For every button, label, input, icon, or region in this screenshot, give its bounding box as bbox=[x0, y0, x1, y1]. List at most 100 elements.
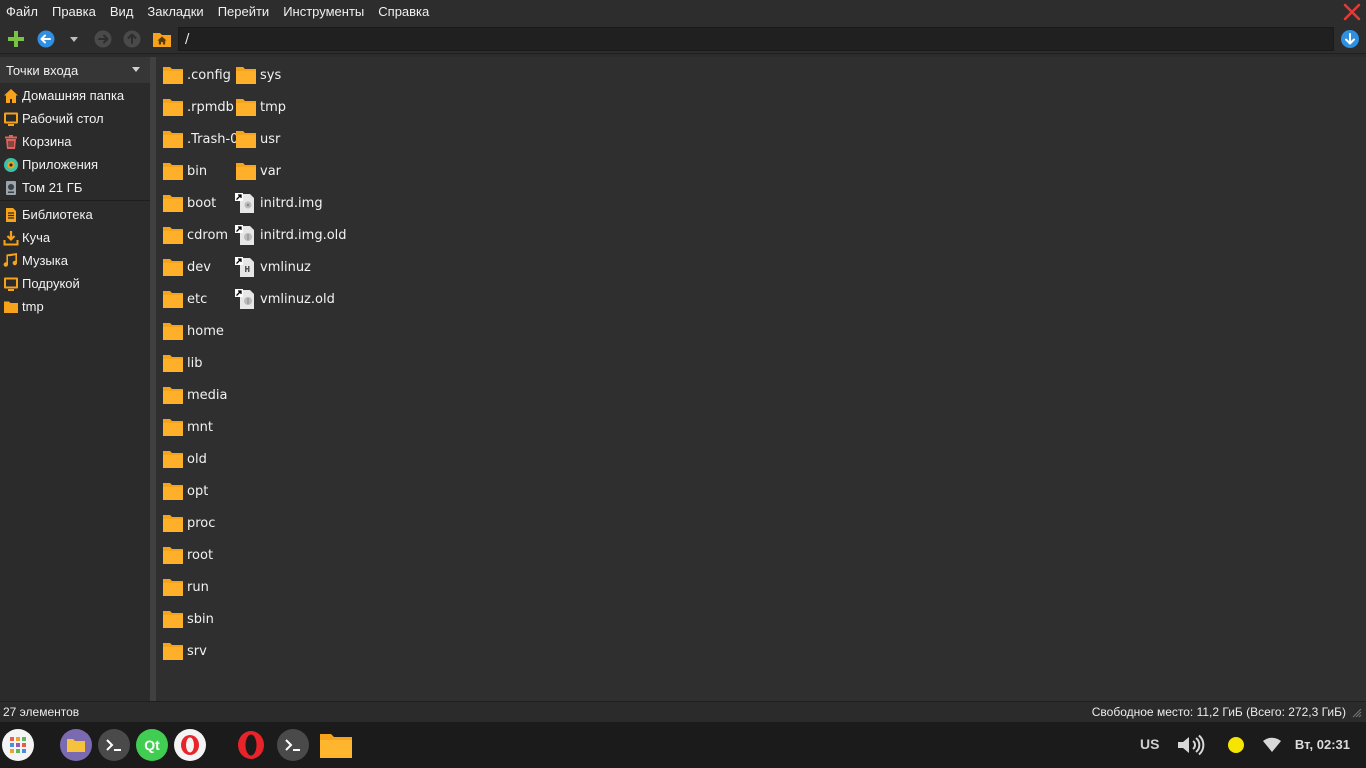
sidebar-item-label: Библиотека bbox=[22, 207, 93, 222]
file-item[interactable]: initrd.img.old bbox=[235, 223, 347, 247]
sidebar-item-handy[interactable]: Подрукой bbox=[0, 272, 150, 295]
go-button[interactable] bbox=[1340, 29, 1360, 49]
resize-grip-icon[interactable] bbox=[1352, 708, 1362, 718]
file-item[interactable]: var bbox=[235, 159, 281, 183]
sidebar-item-trash[interactable]: Корзина bbox=[0, 130, 150, 153]
folder-icon bbox=[163, 291, 183, 308]
qt-icon: Qt bbox=[144, 737, 160, 753]
clock[interactable]: Вт, 02:31 bbox=[1295, 737, 1350, 752]
menu-go[interactable]: Перейти bbox=[211, 0, 277, 24]
file-item[interactable]: proc bbox=[162, 511, 215, 535]
file-name: sys bbox=[260, 67, 282, 83]
taskbar-qt-creator[interactable]: Qt bbox=[136, 729, 168, 761]
new-tab-button[interactable] bbox=[6, 29, 26, 49]
taskbar-file-manager[interactable] bbox=[60, 729, 92, 761]
file-item[interactable]: etc bbox=[162, 287, 207, 311]
file-item[interactable]: old bbox=[162, 447, 207, 471]
file-item[interactable]: .Trash-0 bbox=[162, 127, 238, 151]
folder-icon bbox=[236, 67, 256, 84]
file-item[interactable]: srv bbox=[162, 639, 207, 663]
file-item[interactable]: dev bbox=[162, 255, 211, 279]
folder-icon bbox=[67, 739, 85, 752]
sidebar-item-library[interactable]: Библиотека bbox=[0, 203, 150, 226]
menu-file[interactable]: Файл bbox=[0, 0, 45, 24]
sidebar-item-label: Корзина bbox=[22, 134, 72, 149]
taskbar-opera[interactable] bbox=[174, 729, 206, 761]
taskbar-terminal-2[interactable] bbox=[277, 729, 309, 761]
home-folder-icon bbox=[153, 33, 171, 47]
file-name: boot bbox=[187, 195, 217, 211]
menu-bookmarks[interactable]: Закладки bbox=[140, 0, 210, 24]
file-name: dev bbox=[187, 259, 211, 275]
taskbar-opera-2[interactable] bbox=[235, 729, 267, 761]
sidebar-item-home[interactable]: Домашняя папка bbox=[0, 84, 150, 107]
history-dropdown-button[interactable] bbox=[64, 29, 84, 49]
app-menu-button[interactable] bbox=[2, 729, 34, 761]
menu-view[interactable]: Вид bbox=[103, 0, 141, 24]
file-name: srv bbox=[187, 643, 207, 659]
forward-button[interactable] bbox=[93, 29, 113, 49]
opera-icon bbox=[238, 731, 264, 759]
chevron-down-icon bbox=[70, 37, 78, 42]
status-indicator-icon[interactable] bbox=[1227, 736, 1245, 754]
file-item[interactable]: tmp bbox=[235, 95, 286, 119]
file-name: .Trash-0 bbox=[187, 131, 239, 147]
path-input[interactable] bbox=[178, 27, 1334, 51]
folder-icon bbox=[163, 67, 183, 84]
sidebar-item-applications[interactable]: Приложения bbox=[0, 153, 150, 176]
sidebar-mode-selector[interactable]: Точки входа bbox=[0, 57, 150, 83]
sidebar-item-desktop[interactable]: Рабочий стол bbox=[0, 107, 150, 130]
sidebar-item-music[interactable]: Музыка bbox=[0, 249, 150, 272]
file-item[interactable]: sbin bbox=[162, 607, 214, 631]
file-name: root bbox=[187, 547, 214, 563]
file-item[interactable]: sys bbox=[235, 63, 281, 87]
file-item[interactable]: vmlinuz.old bbox=[235, 287, 335, 311]
back-button[interactable] bbox=[36, 29, 56, 49]
file-item[interactable]: bin bbox=[162, 159, 207, 183]
menu-edit[interactable]: Правка bbox=[45, 0, 103, 24]
taskbar: Qt US Вт, 02:31 bbox=[0, 722, 1366, 768]
menu-tools[interactable]: Инструменты bbox=[276, 0, 371, 24]
keyboard-layout-indicator[interactable]: US bbox=[1140, 736, 1159, 752]
file-item[interactable]: .config bbox=[162, 63, 231, 87]
file-item[interactable]: opt bbox=[162, 479, 208, 503]
home-button[interactable] bbox=[152, 29, 172, 49]
file-item[interactable]: boot bbox=[162, 191, 216, 215]
close-window-button[interactable] bbox=[1342, 2, 1362, 22]
download-icon bbox=[3, 230, 19, 245]
sidebar-item-label: Куча bbox=[22, 230, 51, 245]
file-item[interactable]: .rpmdb bbox=[162, 95, 234, 119]
opera-icon bbox=[181, 735, 199, 755]
file-item[interactable]: mnt bbox=[162, 415, 213, 439]
folder-icon bbox=[236, 163, 256, 180]
folder-icon bbox=[163, 99, 183, 116]
sidebar-item-label: tmp bbox=[22, 299, 44, 314]
document-icon bbox=[6, 207, 16, 222]
taskbar-folder[interactable] bbox=[318, 729, 354, 761]
folder-icon bbox=[163, 131, 183, 148]
file-item[interactable]: media bbox=[162, 383, 228, 407]
file-item[interactable]: vmlinuz bbox=[235, 255, 311, 279]
sidebar-item-volume[interactable]: Том 21 ГБ bbox=[0, 176, 150, 199]
up-arrow-icon bbox=[123, 30, 141, 48]
folder-icon bbox=[163, 355, 183, 372]
sidebar-item-tmp[interactable]: tmp bbox=[0, 295, 150, 318]
taskbar-terminal[interactable] bbox=[98, 729, 130, 761]
menu-help[interactable]: Справка bbox=[371, 0, 436, 24]
volume-icon[interactable] bbox=[1176, 734, 1208, 756]
file-name: vmlinuz bbox=[260, 259, 311, 275]
file-item[interactable]: cdrom bbox=[162, 223, 228, 247]
file-item[interactable]: home bbox=[162, 319, 224, 343]
file-item[interactable]: usr bbox=[235, 127, 280, 151]
folder-icon bbox=[163, 419, 183, 436]
file-item[interactable]: root bbox=[162, 543, 213, 567]
sidebar-item-heap[interactable]: Куча bbox=[0, 226, 150, 249]
folder-icon bbox=[236, 99, 256, 116]
back-arrow-icon bbox=[37, 30, 55, 48]
file-item[interactable]: run bbox=[162, 575, 209, 599]
up-button[interactable] bbox=[122, 29, 142, 49]
app-grid-icon bbox=[10, 737, 26, 753]
file-item[interactable]: initrd.img bbox=[235, 191, 323, 215]
wifi-icon[interactable] bbox=[1262, 736, 1282, 754]
file-item[interactable]: lib bbox=[162, 351, 202, 375]
